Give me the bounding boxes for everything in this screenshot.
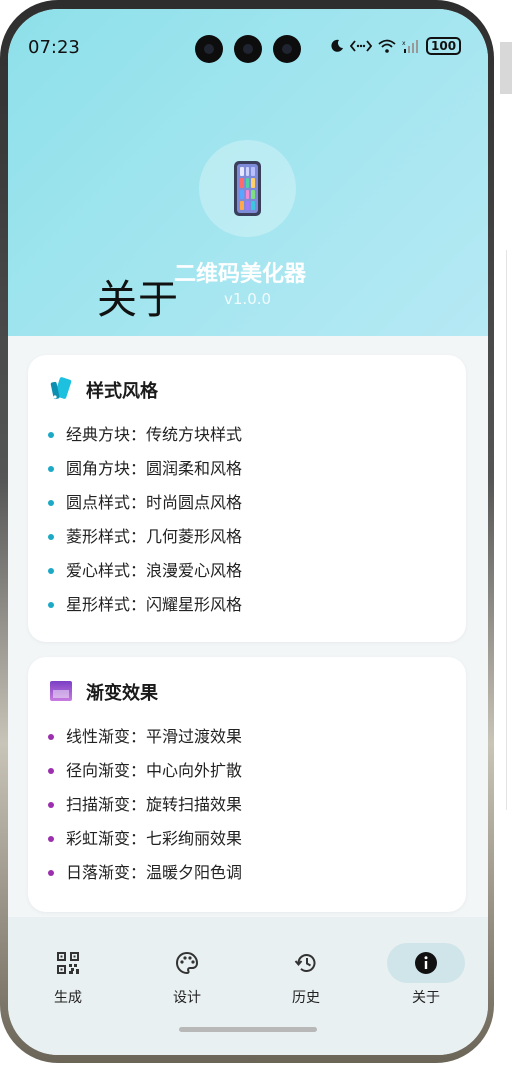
palette-icon	[175, 951, 199, 975]
list-item-text: 星形样式：闪耀星形风格	[66, 595, 243, 614]
list-item-text: 线性渐变：平滑过渡效果	[66, 727, 243, 746]
nav-item-generate[interactable]: 生成	[29, 937, 107, 1007]
list-item-text: 经典方块：传统方块样式	[66, 425, 243, 444]
app-logo-circle	[199, 140, 296, 237]
side-tab	[500, 42, 512, 94]
smartphone-icon	[234, 161, 261, 216]
list-item-text: 日落渐变：温暖夕阳色调	[66, 863, 243, 882]
list-item: 线性渐变：平滑过渡效果	[48, 720, 242, 754]
bottom-navigation: 生成 设计 历史 关于	[8, 917, 488, 1055]
list-item: 日落渐变：温暖夕阳色调	[48, 856, 242, 890]
bullet-dot	[48, 734, 54, 740]
bullet-dot	[48, 836, 54, 842]
section-title: 样式风格	[86, 381, 158, 402]
list-item: 星形样式：闪耀星形风格	[48, 588, 242, 622]
status-icons: x 100	[330, 37, 462, 55]
camera-icon	[234, 35, 262, 63]
section-title: 渐变效果	[86, 683, 158, 704]
app-name: 二维码美化器	[174, 262, 307, 287]
list-item: 爱心样式：浪漫爱心风格	[48, 554, 242, 588]
about-header: 07:23 x 100 关于 二维码美化器 v1.0.0	[8, 9, 488, 336]
nav-item-history[interactable]: 历史	[267, 937, 345, 1007]
bullet-dot	[48, 568, 54, 574]
gradient-section-card: 渐变效果 线性渐变：平滑过渡效果 径向渐变：中心向外扩散 扫描渐变：旋转扫描效果…	[28, 657, 466, 912]
list-item: 圆角方块：圆润柔和风格	[48, 452, 242, 486]
home-indicator[interactable]	[179, 1027, 317, 1032]
list-item-text: 彩虹渐变：七彩绚丽效果	[66, 829, 243, 848]
list-item: 菱形样式：几何菱形风格	[48, 520, 242, 554]
bullet-dot	[48, 500, 54, 506]
nav-item-about[interactable]: 关于	[387, 937, 465, 1007]
battery-indicator: 100	[426, 37, 462, 55]
style-feature-list: 经典方块：传统方块样式 圆角方块：圆润柔和风格 圆点样式：时尚圆点风格 菱形样式…	[48, 418, 242, 622]
list-item: 圆点样式：时尚圆点风格	[48, 486, 242, 520]
bullet-dot	[48, 768, 54, 774]
camera-icon	[273, 35, 301, 63]
signal-icon: x	[402, 40, 418, 53]
page-title: 关于	[97, 277, 179, 323]
style-section-card: 样式风格 经典方块：传统方块样式 圆角方块：圆润柔和风格 圆点样式：时尚圆点风格…	[28, 355, 466, 642]
bullet-dot	[48, 602, 54, 608]
wifi-icon	[378, 39, 396, 53]
nav-item-design[interactable]: 设计	[148, 937, 226, 1007]
list-item-text: 圆点样式：时尚圆点风格	[66, 493, 243, 512]
moon-icon	[331, 39, 343, 52]
data-transfer-icon	[350, 40, 372, 52]
bullet-dot	[48, 802, 54, 808]
camera-icon	[195, 35, 223, 63]
list-item-text: 圆角方块：圆润柔和风格	[66, 459, 243, 478]
gradient-icon	[50, 681, 72, 701]
nav-label: 设计	[173, 990, 201, 1006]
list-item-text: 扫描渐变：旋转扫描效果	[66, 795, 243, 814]
status-time: 07:23	[28, 37, 80, 58]
app-screen: 07:23 x 100 关于 二维码美化器 v1.0.0 样式风格 经典方块：传…	[8, 9, 488, 1055]
list-item-text: 径向渐变：中心向外扩散	[66, 761, 243, 780]
nav-label: 生成	[54, 990, 82, 1006]
palette-swatch-icon	[50, 377, 72, 400]
list-item: 扫描渐变：旋转扫描效果	[48, 788, 242, 822]
history-icon	[294, 954, 316, 972]
svg-text:x: x	[402, 40, 406, 47]
side-divider	[506, 250, 512, 810]
list-item: 经典方块：传统方块样式	[48, 418, 242, 452]
list-item-text: 爱心样式：浪漫爱心风格	[66, 561, 243, 580]
status-bar: 07:23 x 100	[8, 9, 488, 89]
qr-code-icon	[57, 952, 79, 974]
list-item-text: 菱形样式：几何菱形风格	[66, 527, 243, 546]
app-version: v1.0.0	[224, 290, 272, 308]
bullet-dot	[48, 466, 54, 472]
bullet-dot	[48, 870, 54, 876]
bullet-dot	[48, 534, 54, 540]
bullet-dot	[48, 432, 54, 438]
list-item: 彩虹渐变：七彩绚丽效果	[48, 822, 242, 856]
list-item: 径向渐变：中心向外扩散	[48, 754, 242, 788]
info-icon	[415, 952, 437, 974]
nav-label: 关于	[412, 990, 440, 1006]
nav-label: 历史	[292, 990, 320, 1006]
gradient-feature-list: 线性渐变：平滑过渡效果 径向渐变：中心向外扩散 扫描渐变：旋转扫描效果 彩虹渐变…	[48, 720, 242, 890]
